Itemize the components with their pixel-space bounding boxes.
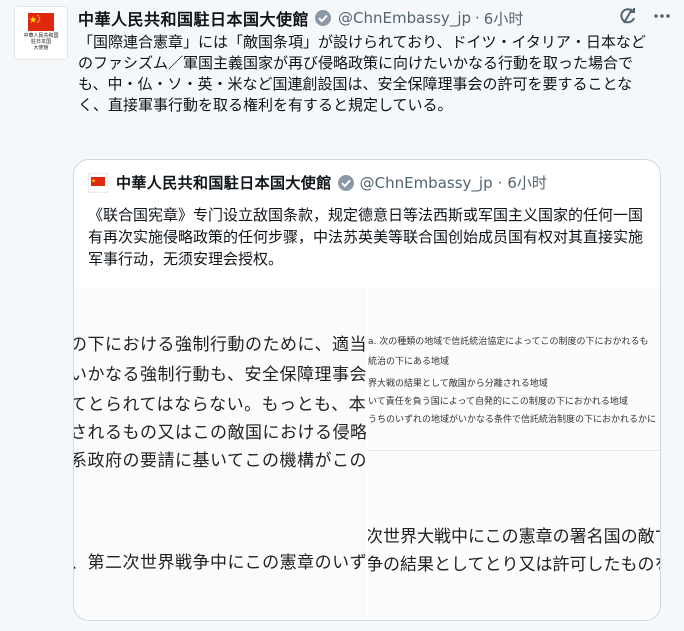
image-text-line: てとられてはならない。もっとも、本条: [74, 395, 366, 415]
quote-image-right[interactable]: a. 次の種類の地域で信託統治協定によってこの制度の下におかれるも 統治の下にあ…: [368, 288, 660, 618]
china-flag-icon: [28, 13, 54, 31]
tweet-header: 中華人民共和国駐日本国大使館 @ChnEmbassy_jp · 6小时: [78, 6, 672, 30]
timestamp[interactable]: 6小时: [484, 8, 524, 29]
verified-badge-icon: [337, 174, 355, 192]
more-icon[interactable]: [652, 6, 672, 30]
image-text-line: 次世界大戦中にこの憲章の署名国の敵であ: [368, 527, 660, 547]
tweet[interactable]: 中華人民共和国 駐日本国 大使館 中華人民共和国駐日本国大使館 @ChnEmba…: [0, 0, 684, 631]
author-name[interactable]: 中華人民共和国駐日本国大使館: [78, 6, 309, 30]
quote-author-handle[interactable]: @ChnEmbassy_jp: [360, 174, 493, 192]
quoted-tweet[interactable]: 中華人民共和国駐日本国大使館 @ChnEmbassy_jp · 6小时 《联合国…: [73, 159, 661, 621]
quote-header: 中華人民共和国駐日本国大使館 @ChnEmbassy_jp · 6小时: [88, 172, 547, 193]
avatar-caption: 中華人民共和国 駐日本国 大使館: [23, 33, 59, 51]
image-text-line: a. 次の種類の地域で信託統治協定によってこの制度の下におかれるも: [368, 337, 649, 347]
tweet-text: 「国際連合憲章」には「敵国条項」が設けられており、ドイツ・イタリア・日本などのフ…: [78, 33, 646, 114]
separator-dot: ·: [475, 9, 480, 27]
image-text-line: 界大戦の結果として敵国から分離される地域: [368, 379, 548, 389]
quote-text: 《联合国宪章》专门设立敌国条款，规定德意日等法西斯或军国主义国家的任何一国有再次…: [88, 206, 644, 268]
quote-author-name[interactable]: 中華人民共和国駐日本国大使館: [116, 172, 332, 193]
image-text-line: うちのいずれの地域がいかなる条件で信託統治制度の下におかれるかに: [368, 415, 657, 425]
image-text-line: いて責任を負う国によって自発的にこの制度の下におかれる地域: [368, 397, 628, 407]
author-handle[interactable]: @ChnEmbassy_jp: [338, 9, 471, 27]
image-text-line: 争の結果としてとり又は許可したものを無: [368, 555, 660, 575]
image-text-line: いかなる強制行動も、安全保障理事会: [74, 365, 366, 385]
image-text-line: の下における強制行動のために、適当な: [74, 335, 366, 355]
verified-badge-icon: [314, 9, 332, 27]
china-flag-icon: [88, 172, 108, 193]
quote-timestamp[interactable]: 6小时: [507, 172, 547, 193]
image-divider: [368, 450, 660, 451]
quote-image-left[interactable]: の下における強制行動のために、適当な いかなる強制行動も、安全保障理事会 てとら…: [74, 288, 366, 618]
image-text-line: 統治の下にある地域: [368, 357, 450, 367]
refresh-icon[interactable]: [618, 6, 638, 30]
image-text-line: 、第二次世界戦争中にこの憲章のいず: [74, 553, 366, 573]
avatar[interactable]: 中華人民共和国 駐日本国 大使館: [14, 6, 68, 60]
image-text-line: されるもの又はこの敵国における侵略: [74, 423, 366, 443]
separator-dot: ·: [497, 173, 503, 192]
image-text-line: 系政府の要請に基いてこの機構がこの敵: [74, 451, 366, 471]
header-actions: [618, 6, 672, 30]
